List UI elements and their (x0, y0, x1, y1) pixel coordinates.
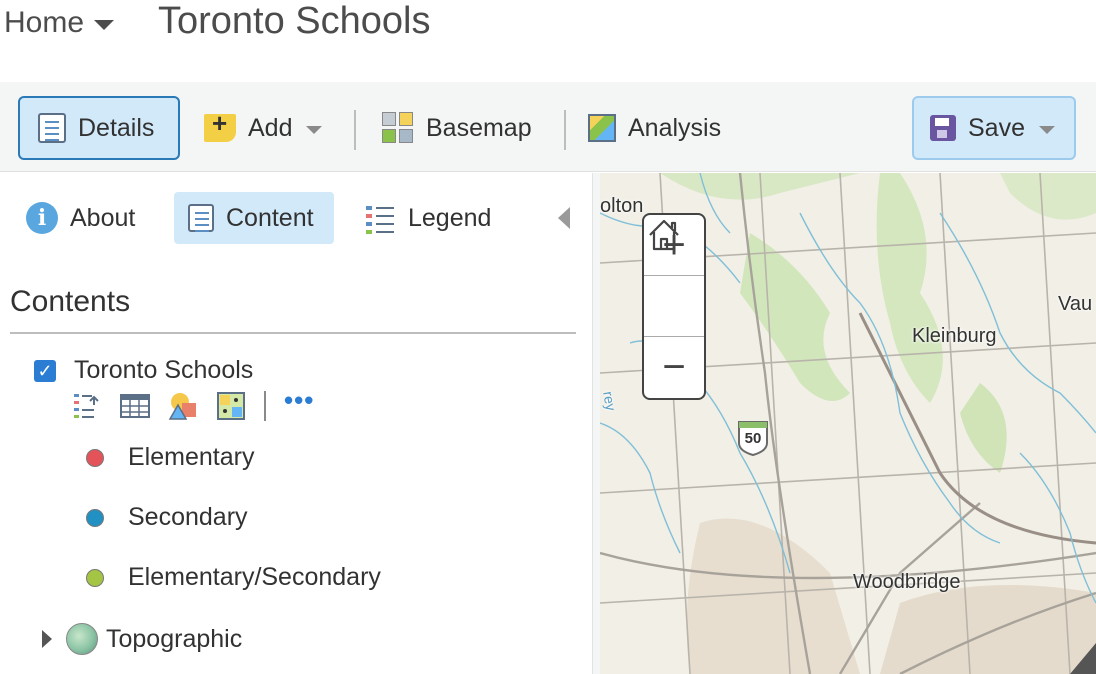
details-icon (38, 113, 66, 143)
panel-splitter[interactable] (592, 173, 600, 674)
content-icon (188, 204, 214, 232)
analysis-button[interactable]: Analysis (588, 96, 748, 160)
basemap-icon (382, 112, 414, 144)
secondary-symbol-icon (86, 508, 104, 527)
zoom-control: + − (642, 213, 706, 400)
legend-item-elementary: Elementary (86, 443, 254, 472)
chevron-down-icon[interactable] (94, 20, 115, 30)
tab-about-label: About (70, 203, 136, 232)
details-button[interactable]: Details (18, 96, 180, 160)
tab-about[interactable]: i About (26, 192, 135, 244)
basemap-label: Basemap (426, 113, 532, 142)
divider (10, 332, 576, 334)
legend-icon (366, 203, 396, 233)
panel-tabs: i About Content Legend (0, 173, 592, 265)
legend-item-elementary-secondary: Elementary/Secondary (86, 563, 381, 592)
zoom-out-button[interactable]: − (644, 337, 704, 398)
add-label: Add (248, 113, 293, 142)
layer-toronto-schools[interactable]: ✓ Toronto Schools (34, 356, 253, 385)
map-label-kleinburg: Kleinburg (912, 325, 997, 347)
home-menu[interactable]: Home (4, 6, 115, 40)
layer-visibility-checkbox[interactable]: ✓ (34, 359, 56, 382)
basemap-button[interactable]: Basemap (382, 96, 552, 160)
layer-topographic[interactable]: Topographic (42, 623, 242, 655)
perform-analysis-icon[interactable] (216, 391, 246, 421)
route-number: 50 (744, 430, 762, 447)
tab-content[interactable]: Content (174, 192, 334, 244)
home-label[interactable]: Home (4, 6, 84, 40)
save-icon (930, 115, 956, 141)
globe-icon (66, 623, 98, 655)
home-view-button[interactable] (644, 219, 704, 337)
map-label-vaughan: Vau (1058, 293, 1093, 315)
chevron-down-icon[interactable] (1038, 126, 1055, 134)
toolbar-divider (354, 110, 356, 150)
map-label-bolton: olton (600, 195, 644, 217)
toolbar: Details Add Basemap Analysis Save (0, 82, 1096, 172)
map-view[interactable]: olton Kleinburg Vau Woodbridge rey 50 + … (600, 173, 1096, 674)
map-label-woodbridge: Woodbridge (853, 571, 961, 593)
table-icon[interactable] (120, 391, 150, 421)
basemap-layer-name[interactable]: Topographic (106, 625, 242, 654)
info-icon: i (26, 202, 58, 234)
expand-arrow-icon[interactable] (42, 630, 52, 648)
add-button[interactable]: Add (204, 96, 334, 160)
details-label: Details (78, 113, 155, 142)
elementary-secondary-symbol-icon (86, 568, 104, 587)
route-shield: 50 (736, 419, 770, 457)
analysis-icon (588, 114, 616, 142)
legend-item-secondary: Secondary (86, 503, 248, 532)
legend-label: Secondary (128, 503, 248, 531)
more-options-icon[interactable]: ••• (284, 385, 314, 416)
layer-tools: ••• (72, 385, 314, 422)
add-layer-icon (204, 108, 236, 142)
home-icon (649, 219, 679, 251)
elementary-symbol-icon (86, 448, 104, 467)
details-panel: i About Content Legend Contents ✓ Toront… (0, 173, 592, 674)
layer-name[interactable]: Toronto Schools (74, 356, 253, 385)
analysis-label: Analysis (628, 113, 722, 142)
legend-label: Elementary (128, 443, 255, 471)
tab-content-label: Content (226, 203, 314, 232)
tab-legend-label: Legend (408, 203, 492, 232)
page-title: Toronto Schools (158, 0, 431, 42)
contents-heading: Contents (10, 285, 131, 318)
change-style-icon[interactable] (168, 391, 198, 421)
app-header: Home Toronto Schools (0, 0, 1096, 82)
tab-legend[interactable]: Legend (366, 192, 491, 244)
collapse-panel-icon[interactable] (558, 207, 570, 229)
save-button[interactable]: Save (912, 96, 1076, 160)
chevron-down-icon (306, 126, 323, 134)
save-label: Save (968, 113, 1025, 142)
show-legend-icon[interactable] (72, 391, 102, 421)
tools-divider (264, 391, 266, 421)
map-label-river: rey (600, 390, 620, 412)
legend-label: Elementary/Secondary (128, 563, 381, 591)
toolbar-divider (564, 110, 566, 150)
